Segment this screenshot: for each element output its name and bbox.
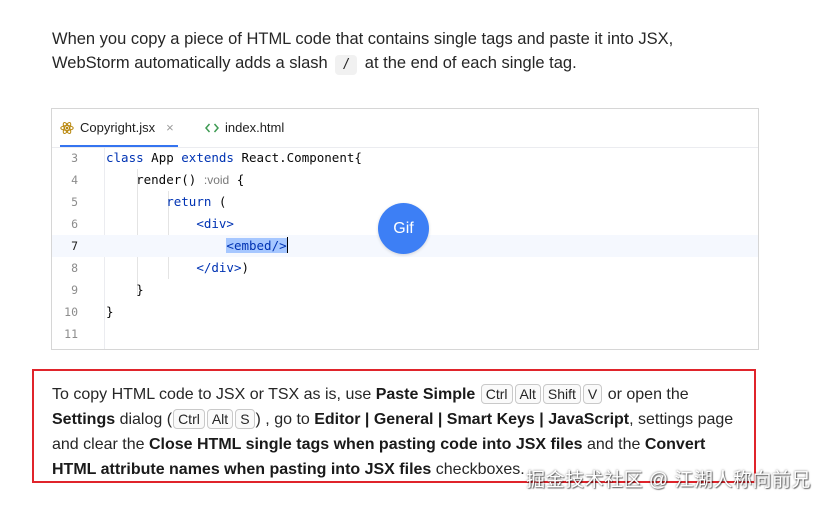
text-caret: [286, 237, 288, 253]
line-number: 11: [64, 327, 78, 341]
slash-code: /: [335, 55, 358, 75]
key-v: V: [582, 384, 603, 404]
code-line[interactable]: 9 }: [52, 279, 758, 301]
line-number: 7: [71, 239, 78, 253]
line-number: 4: [71, 173, 78, 187]
line-number: 6: [71, 217, 78, 231]
react-icon: [60, 121, 74, 135]
intro-line-2-start: WebStorm automatically adds a slash: [52, 54, 328, 72]
tab-label: Copyright.jsx: [80, 120, 156, 135]
code-text[interactable]: }: [106, 301, 114, 323]
code-line[interactable]: 10 }: [52, 301, 758, 323]
code-line[interactable]: 3 class App extends React.Component{: [52, 147, 758, 169]
key-ctrl: Ctrl: [480, 384, 513, 404]
code-text[interactable]: }: [106, 279, 144, 301]
option-close-single-tags: Close HTML single tags when pasting code…: [148, 436, 583, 453]
tab-copyright-jsx[interactable]: Copyright.jsx ×: [60, 109, 178, 147]
code-text[interactable]: class App extends React.Component{: [106, 147, 362, 169]
key-s: S: [235, 409, 255, 429]
key-shift: Shift: [542, 384, 581, 404]
line-number: 9: [71, 283, 78, 297]
close-icon[interactable]: ×: [166, 120, 174, 135]
code-brackets-icon: [205, 122, 219, 134]
intro-paragraph: When you copy a piece of HTML code that …: [52, 27, 772, 75]
watermark: 掘金技术社区 @ 江湖人称向前兄: [526, 470, 811, 491]
line-number: 10: [64, 305, 78, 319]
line-number: 5: [71, 195, 78, 209]
type-hint: :void: [203, 173, 230, 187]
code-text[interactable]: </div>): [106, 257, 249, 279]
code-text[interactable]: return (: [106, 191, 226, 213]
paste-simple-label: Paste Simple: [375, 386, 476, 403]
key-alt: Alt: [514, 384, 541, 404]
intro-line-2: WebStorm automatically adds a slash / at…: [52, 51, 772, 75]
selected-embed-tag: <embed/>: [226, 238, 287, 253]
option-convert-attrs-part2: HTML attribute names when pasting into J…: [52, 461, 432, 478]
intro-line-1: When you copy a piece of HTML code that …: [52, 30, 674, 48]
code-line[interactable]: 4 render() :void {: [52, 169, 758, 191]
line-number: 3: [71, 151, 78, 165]
key-ctrl: Ctrl: [173, 409, 205, 429]
settings-path: Editor | General | Smart Keys | JavaScri…: [314, 411, 630, 428]
code-line[interactable]: 8 </div>): [52, 257, 758, 279]
code-line[interactable]: 11: [52, 323, 758, 345]
settings-label: Settings: [52, 411, 116, 428]
editor-tabs: Copyright.jsx × index.html: [52, 109, 758, 148]
key-alt: Alt: [206, 409, 234, 429]
line-number: 8: [71, 261, 78, 275]
intro-line-2-end: at the end of each single tag.: [364, 54, 577, 72]
option-convert-attrs-part1: Convert: [644, 436, 706, 453]
code-text[interactable]: <embed/>: [106, 235, 288, 257]
tab-label: index.html: [225, 120, 285, 135]
code-text[interactable]: <div>: [106, 213, 234, 235]
code-text[interactable]: render() :void {: [106, 169, 244, 191]
gif-play-button[interactable]: Gif: [378, 203, 429, 254]
tab-index-html[interactable]: index.html: [205, 109, 284, 146]
